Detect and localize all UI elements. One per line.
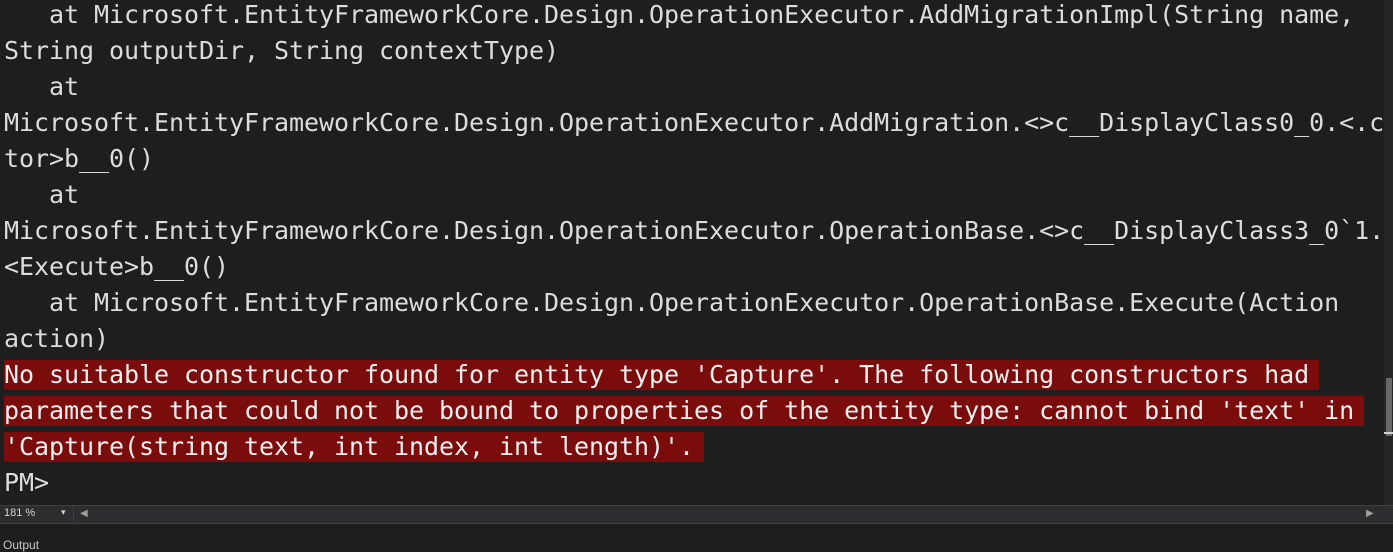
console-line: action) bbox=[4, 324, 110, 353]
console-line: Microsoft.EntityFrameworkCore.Design.Ope… bbox=[4, 108, 1384, 137]
tab-output[interactable]: Output bbox=[3, 538, 39, 552]
arrow-left-icon[interactable]: ◀ bbox=[80, 508, 88, 519]
console-prompt[interactable]: PM> bbox=[4, 468, 49, 498]
console-line: <Execute>b__0() bbox=[4, 252, 230, 281]
console-line: at Microsoft.EntityFrameworkCore.Design.… bbox=[4, 0, 1355, 29]
console-line: String outputDir, String contextType) bbox=[4, 36, 560, 65]
arrow-right-icon[interactable]: ▶ bbox=[1366, 508, 1374, 519]
error-line: No suitable constructor found for entity… bbox=[4, 360, 1320, 390]
console-line: at bbox=[4, 180, 80, 209]
console-line: at Microsoft.EntityFrameworkCore.Design.… bbox=[4, 288, 1340, 317]
chevron-down-icon[interactable]: ▾ bbox=[61, 508, 66, 518]
console-line: at bbox=[4, 72, 80, 101]
horizontal-scrollbar[interactable] bbox=[94, 510, 1356, 518]
error-line: parameters that could not be bound to pr… bbox=[4, 396, 1365, 426]
vertical-scrollbar-thumb[interactable] bbox=[1386, 378, 1392, 436]
scroll-position-marker bbox=[1384, 432, 1393, 434]
console-line: tor>b__0() bbox=[4, 144, 155, 173]
console-line: Microsoft.EntityFrameworkCore.Design.Ope… bbox=[4, 216, 1384, 245]
console-output[interactable]: at Microsoft.EntityFrameworkCore.Design.… bbox=[0, 0, 1384, 505]
error-line: 'Capture(string text, int index, int len… bbox=[4, 432, 705, 462]
zoom-dropdown[interactable]: 181 % ▾ bbox=[0, 505, 74, 522]
zoom-level: 181 % bbox=[4, 507, 36, 519]
panel-tab-strip: Output bbox=[0, 523, 1393, 552]
